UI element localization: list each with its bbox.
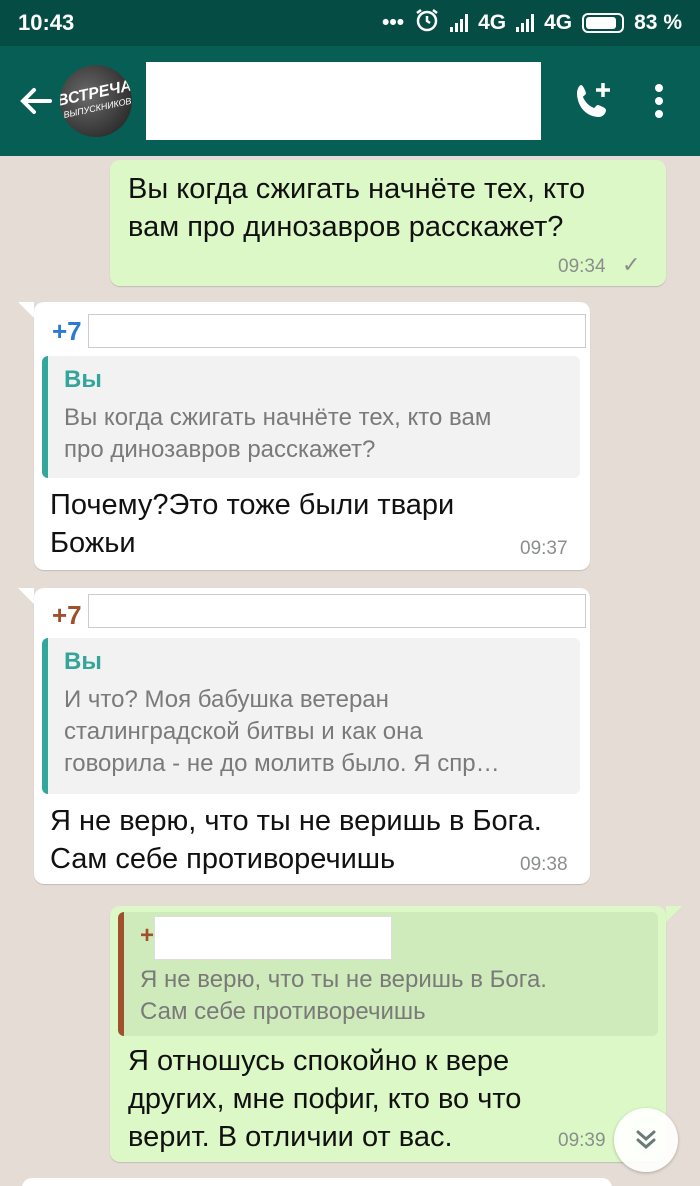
quote-text: Я не верю, что ты не веришь в Бога. Сам … (140, 966, 547, 1025)
alarm-icon (414, 7, 440, 39)
message-incoming-2[interactable]: +7 Вы И что? Моя бабушка ветеран сталинг… (34, 588, 590, 884)
message-text: Почему?Это тоже были твари Божьи (50, 489, 455, 559)
more-options-button[interactable] (639, 73, 679, 129)
message-text: Вы когда сжигать начнёте тех, кто вам пр… (128, 173, 586, 243)
quote-author: Вы (64, 366, 102, 393)
chat-title-redacted[interactable] (146, 62, 541, 140)
signal-icon (450, 14, 469, 32)
back-button[interactable] (8, 73, 64, 129)
notification-dots: ••• (382, 11, 405, 34)
message-time: 09:37 (520, 538, 568, 559)
add-call-icon (577, 83, 610, 117)
quote-author: + (140, 916, 644, 960)
network-type-1: 4G (478, 11, 507, 34)
message-time: 09:38 (520, 854, 568, 875)
bubble-tail (18, 588, 34, 604)
message-outgoing-1[interactable]: Вы когда сжигать начнёте тех, кто вам пр… (110, 160, 666, 286)
battery-icon (582, 13, 625, 33)
scroll-to-bottom-button[interactable] (614, 1108, 678, 1172)
sender-name: +7 (52, 600, 82, 630)
clock: 10:43 (18, 10, 75, 35)
quoted-message[interactable]: Вы Вы когда сжигать начнёте тех, кто вам… (42, 356, 580, 478)
message-text: Я отношусь спокойно к вере других, мне п… (128, 1045, 522, 1153)
message-text: Я не верю, что ты не веришь в Бога. Сам … (50, 805, 542, 875)
sender-redacted (88, 314, 586, 348)
more-vert-icon (655, 84, 663, 118)
status-icons: ••• 4G 4G 83 % (382, 7, 682, 39)
message-outgoing-2[interactable]: + Я не верю, что ты не веришь в Бога. Са… (110, 906, 666, 1162)
quoted-message[interactable]: Вы И что? Моя бабушка ветеран сталинград… (42, 638, 580, 794)
message-time: 09:34 (558, 256, 606, 277)
avatar[interactable]: ВСТРЕЧА ВЫПУСКНИКОВ (53, 58, 139, 144)
quote-text: Вы когда сжигать начнёте тех, кто вам пр… (64, 404, 492, 463)
network-type-2: 4G (544, 11, 573, 34)
chat-header: ВСТРЕЧА ВЫПУСКНИКОВ (0, 46, 700, 156)
status-bar: 10:43 ••• 4G 4G 83 % (0, 0, 700, 46)
signal-icon-2 (516, 14, 535, 32)
quote-text: И что? Моя бабушка ветеран сталинградско… (64, 686, 500, 777)
message-incoming-1[interactable]: +7 Вы Вы когда сжигать начнёте тех, кто … (34, 302, 590, 570)
quoted-message[interactable]: + Я не верю, что ты не веришь в Бога. Са… (118, 912, 658, 1036)
sender-name: +7 (52, 316, 82, 346)
battery-level: 83 % (634, 11, 682, 34)
quote-author-redacted (154, 916, 392, 960)
bubble-tail (18, 302, 34, 318)
message-time: 09:39 (558, 1130, 606, 1151)
quote-author: Вы (64, 648, 102, 675)
quote-author-prefix: + (140, 922, 155, 949)
message-partial (22, 1178, 612, 1186)
add-call-button[interactable] (565, 73, 621, 129)
double-chevron-down-icon (636, 1130, 656, 1149)
sender-redacted (88, 594, 586, 628)
read-check-icon: ✓ (622, 252, 641, 277)
bubble-tail (666, 906, 682, 922)
arrow-left-icon (20, 88, 52, 114)
